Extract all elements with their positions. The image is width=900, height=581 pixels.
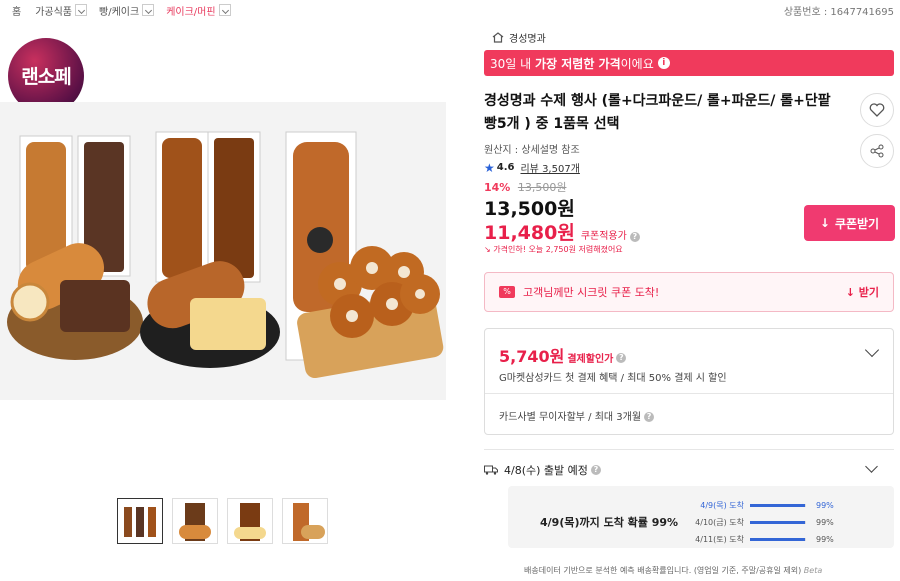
download-icon: ↓ xyxy=(819,216,830,230)
lowest-price-banner: 30일 내 가장 저렴한 가격 이에요 i xyxy=(484,50,894,76)
thumbnail-2[interactable] xyxy=(172,498,218,544)
chevron-down-icon[interactable] xyxy=(142,4,155,16)
breadcrumb-label[interactable]: 홈 xyxy=(12,3,21,18)
payment-amount-label: 결제할인가 xyxy=(567,354,614,365)
chevron-down-icon[interactable] xyxy=(865,460,878,473)
get-coupon-button[interactable]: ↓ 쿠폰받기 xyxy=(804,205,895,241)
arrival-row: 4/11(토) 도착 99% xyxy=(694,534,834,545)
info-icon[interactable]: i xyxy=(657,57,670,69)
probability-bar xyxy=(750,521,806,524)
review-count-link[interactable]: 리뷰 3,507개 xyxy=(520,160,579,175)
breadcrumb-category-2[interactable]: 빵/케이크 xyxy=(99,3,166,18)
breadcrumb-category-3[interactable]: 케이크/머핀 xyxy=(166,3,242,18)
breadcrumb-label[interactable]: 가공식품 xyxy=(35,3,72,18)
arrival-percent: 99% xyxy=(816,535,834,544)
departure-date: 4/8(수) 출발 예정 xyxy=(504,464,588,477)
question-icon[interactable]: ? xyxy=(629,232,640,242)
banner-suffix: 이에요 xyxy=(620,56,654,71)
breadcrumb-label[interactable]: 케이크/머핀 xyxy=(166,3,215,18)
arrival-date: 4/11(토) 도착 xyxy=(695,535,744,544)
product-title: 경성명과 수제 행사 (롤+다크파운드/ 롤+파운드/ 롤+단팥빵5개 ) 중 … xyxy=(484,93,831,132)
thumbnail-3[interactable] xyxy=(227,498,273,544)
shipping-section: 4/8(수) 출발 예정? 4/9(목)까지 도착 확률 99% 4/9(목) … xyxy=(484,449,894,581)
product-main-image xyxy=(0,102,446,400)
home-icon xyxy=(492,32,504,43)
coupon-tag-icon: % xyxy=(499,286,515,298)
discount-info: 14% 13,500원 xyxy=(484,179,566,195)
installment-text: 카드사별 무이자할부 / 최대 3개월 xyxy=(499,412,642,423)
rating[interactable]: ★ 4.6 리뷰 3,507개 xyxy=(484,160,580,176)
discount-percent: 14% xyxy=(484,181,511,194)
share-button[interactable] xyxy=(860,134,894,168)
banner-prefix: 30일 내 xyxy=(490,56,532,71)
download-icon: ↓ xyxy=(845,286,855,299)
arrival-percent: 99% xyxy=(816,518,834,527)
secret-coupon-action[interactable]: 받기 xyxy=(859,286,879,299)
truck-icon xyxy=(484,465,498,475)
coupon-price-label: 쿠폰적용가 xyxy=(580,231,627,242)
payment-benefit-card: 5,740원 결제할인가? G마켓삼성카드 첫 결제 혜택 / 최대 50% 결제… xyxy=(484,328,894,435)
beta-label: Beta xyxy=(803,566,823,575)
chevron-down-icon[interactable] xyxy=(218,4,231,16)
payment-amount: 5,740원 xyxy=(499,347,565,366)
payment-discount-price: 5,740원 결제할인가? xyxy=(499,343,627,367)
banner-highlight: 가장 저렴한 가격 xyxy=(535,56,621,71)
secret-coupon-text: 고객님께만 시크릿 쿠폰 도착! xyxy=(523,286,660,299)
shipping-header[interactable]: 4/8(수) 출발 예정? xyxy=(484,462,601,478)
card-benefit-description: G마켓삼성카드 첫 결제 혜택 / 최대 50% 결제 시 할인 xyxy=(499,373,727,384)
product-number: 상품번호 : 1647741695 xyxy=(783,7,894,18)
arrival-probability: 4/9(목)까지 도착 확률 99% xyxy=(540,516,679,529)
question-icon[interactable]: ? xyxy=(644,412,655,422)
question-icon[interactable]: ? xyxy=(590,465,601,475)
thumbnail-4[interactable] xyxy=(282,498,328,544)
arrival-row: 4/10(금) 도착 99% xyxy=(694,517,834,528)
get-coupon-label[interactable]: 쿠폰받기 xyxy=(835,215,879,232)
breadcrumb-home[interactable]: 홈 xyxy=(12,3,35,18)
secret-coupon-bar[interactable]: % 고객님께만 시크릿 쿠폰 도착! ↓ 받기 xyxy=(484,272,894,312)
shipping-note: 배송데이터 기반으로 분석한 예측 배송확률입니다. (영업일 기준, 주말/공… xyxy=(524,565,822,576)
coupon-price: 11,480원 쿠폰적용가? xyxy=(484,218,640,245)
arrival-date: 4/10(금) 도착 xyxy=(695,518,744,527)
secret-coupon-get-button[interactable]: ↓ 받기 xyxy=(846,284,879,300)
breadcrumb-label[interactable]: 빵/케이크 xyxy=(99,3,139,18)
chevron-down-icon[interactable] xyxy=(75,4,88,16)
arrival-row: 4/9(목) 도착 99% xyxy=(694,500,834,511)
chevron-down-icon[interactable] xyxy=(864,342,880,358)
probability-bar xyxy=(750,538,806,541)
thumbnail-1[interactable] xyxy=(117,498,163,544)
rating-score: 4.6 xyxy=(496,162,515,173)
arrival-date: 4/9(목) 도착 xyxy=(700,501,744,510)
question-icon[interactable]: ? xyxy=(616,352,627,363)
coupon-price-value: 11,480원 xyxy=(484,222,575,244)
sale-price: 13,500원 xyxy=(484,198,575,220)
thumbnail-strip xyxy=(117,498,328,544)
store-name[interactable]: 경성명과 xyxy=(509,30,546,45)
price-drop-notice: ↘ 가격인하! 오늘 2,750원 저렴해졌어요 xyxy=(484,245,623,254)
arrival-probability-box: 4/9(목)까지 도착 확률 99% 4/9(목) 도착 99% 4/10(금)… xyxy=(508,486,894,548)
heart-icon xyxy=(869,103,885,117)
shipping-note-text: 배송데이터 기반으로 분석한 예측 배송확률입니다. (영업일 기준, 주말/공… xyxy=(524,566,802,575)
wishlist-button[interactable] xyxy=(860,93,894,127)
original-price: 13,500원 xyxy=(517,181,567,194)
star-icon: ★ xyxy=(484,160,495,175)
price-drop-text: 가격인하! 오늘 2,750원 저렴해졌어요 xyxy=(493,245,623,254)
breadcrumb: 홈 가공식품 빵/케이크 케이크/머핀 xyxy=(12,3,243,18)
product-photo-illustration xyxy=(0,102,446,400)
arrival-percent: 99% xyxy=(816,501,834,510)
store-link[interactable]: 경성명과 xyxy=(492,30,546,45)
divider xyxy=(485,393,893,394)
probability-bar-fill xyxy=(750,504,806,507)
share-icon xyxy=(870,144,884,158)
probability-bar-fill xyxy=(750,538,806,541)
installment-info: 카드사별 무이자할부 / 최대 3개월? xyxy=(499,408,655,423)
probability-bar-fill xyxy=(750,521,806,524)
logo-text: 랜소페 xyxy=(21,66,71,88)
origin-info: 원산지 : 상세설명 참조 xyxy=(484,145,580,156)
breadcrumb-category-1[interactable]: 가공식품 xyxy=(35,3,99,18)
probability-bar xyxy=(750,504,806,507)
